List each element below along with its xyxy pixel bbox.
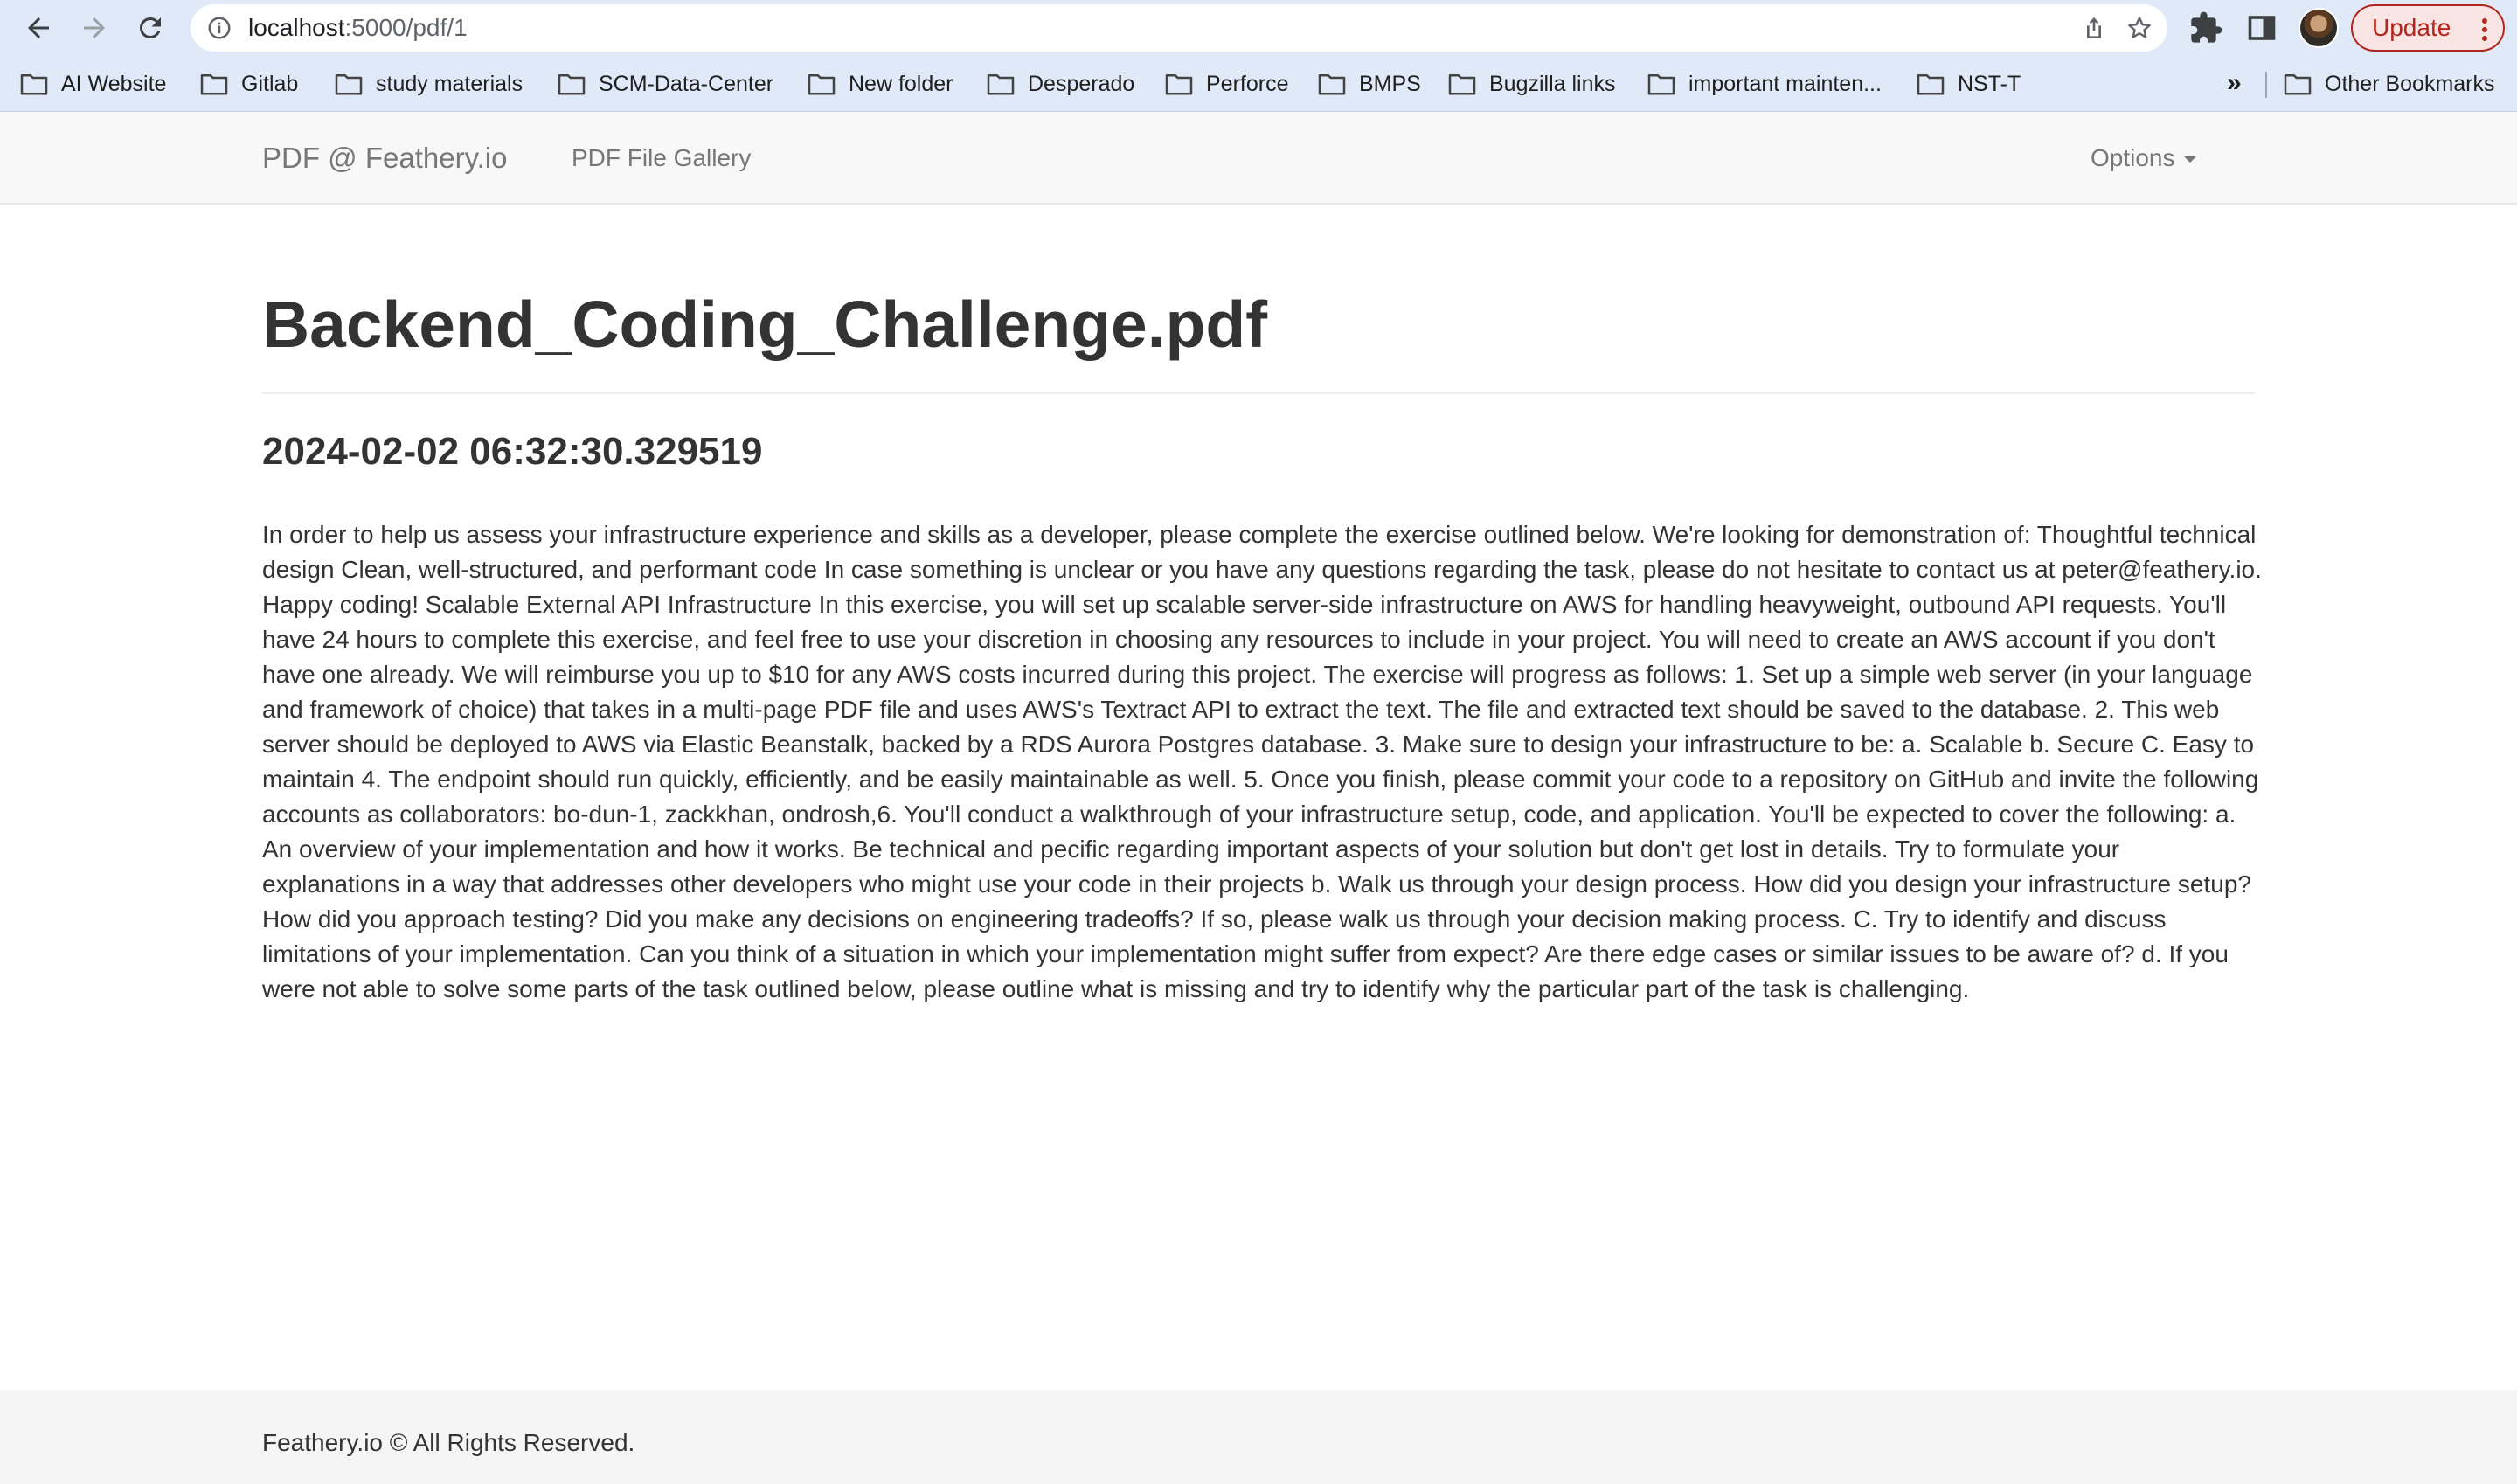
extracted-text: In order to help us assess your infrastr…: [262, 521, 2262, 1002]
footer: Feathery.io © All Rights Reserved.: [0, 1390, 2517, 1484]
bookmark-label: study materials: [376, 71, 524, 96]
folder-icon: [2284, 73, 2312, 95]
address-bar[interactable]: localhost:5000/pdf/1: [191, 4, 2167, 52]
bookmark-folder[interactable]: SCM-Data-Center: [557, 56, 773, 112]
bookmark-star-icon[interactable]: [2125, 14, 2153, 42]
folder-icon: [1647, 73, 1675, 95]
folder-icon: [987, 73, 1015, 95]
bookmark-label: AI Website: [61, 71, 167, 96]
back-button[interactable]: [17, 7, 59, 49]
folder-icon: [1165, 73, 1193, 95]
reload-button[interactable]: [129, 7, 171, 49]
url-text[interactable]: localhost:5000/pdf/1: [248, 4, 468, 52]
bookmark-folder[interactable]: Perforce: [1164, 56, 1288, 112]
footer-copyright: Feathery.io © All Rights Reserved.: [262, 1429, 635, 1456]
bookmark-label: Gitlab: [241, 71, 299, 96]
browser-toolbar: localhost:5000/pdf/1 Update: [0, 0, 2517, 56]
update-button[interactable]: Update: [2351, 4, 2505, 52]
folder-icon: [1448, 73, 1476, 95]
folder-icon: [1318, 73, 1346, 95]
bookmark-label: BMPS: [1359, 71, 1421, 96]
bookmarks-overflow-button[interactable]: »: [2227, 56, 2242, 112]
bookmark-folder[interactable]: BMPS: [1317, 56, 1421, 112]
forward-button[interactable]: [73, 7, 115, 49]
more-vertical-icon: [2482, 18, 2487, 41]
url-host: localhost: [248, 14, 345, 41]
bookmark-folder[interactable]: study materials: [334, 56, 523, 112]
info-icon[interactable]: [206, 15, 232, 41]
folder-icon: [20, 73, 48, 95]
bookmark-label: SCM-Data-Center: [599, 71, 774, 96]
title-divider: [262, 392, 2255, 394]
bookmark-label: NST-T: [1958, 71, 2021, 96]
bookmark-folder[interactable]: Desperado: [986, 56, 1134, 112]
folder-icon: [558, 73, 586, 95]
options-dropdown[interactable]: Options: [2091, 112, 2196, 205]
folder-icon: [808, 73, 836, 95]
bookmark-folder[interactable]: important mainten...: [1647, 56, 1882, 112]
url-path: :5000/pdf/1: [344, 14, 468, 41]
arrow-left-icon: [28, 17, 49, 38]
arrow-right-icon: [84, 17, 105, 38]
bookmark-label: New folder: [849, 71, 953, 96]
bookmark-folder[interactable]: AI Website: [19, 56, 166, 112]
upload-timestamp: 2024-02-02 06:32:30.329519: [262, 430, 763, 473]
bookmarks-divider: [2265, 72, 2267, 98]
brand-link[interactable]: PDF @ Feathery.io: [262, 112, 507, 205]
reload-icon: [139, 17, 161, 38]
bookmark-folder[interactable]: Gitlab: [199, 56, 298, 112]
bookmark-folder[interactable]: NST-T: [1916, 56, 2021, 112]
bookmark-folder[interactable]: New folder: [807, 56, 953, 112]
bookmark-label: Perforce: [1206, 71, 1289, 96]
bookmarks-bar: AI Website Gitlab study materials SCM-Da…: [0, 56, 2517, 112]
other-bookmarks-folder[interactable]: Other Bookmarks: [2283, 56, 2495, 112]
bookmark-label: Bugzilla links: [1489, 71, 1616, 96]
caret-down-icon: [2183, 156, 2196, 163]
side-panel-icon[interactable]: [2246, 12, 2278, 44]
extensions-puzzle-icon[interactable]: [2188, 10, 2223, 45]
options-label: Options: [2091, 144, 2175, 171]
page-title: Backend_Coding_Challenge.pdf: [262, 288, 1268, 361]
folder-icon: [1917, 73, 1945, 95]
folder-icon: [335, 73, 363, 95]
bookmark-label: important mainten...: [1688, 71, 1882, 96]
profile-avatar[interactable]: [2299, 8, 2339, 48]
update-label: Update: [2372, 14, 2451, 41]
bookmark-label: Desperado: [1028, 71, 1135, 96]
nav-pdf-gallery-link[interactable]: PDF File Gallery: [572, 112, 751, 205]
bookmark-folder[interactable]: Bugzilla links: [1447, 56, 1616, 112]
share-icon[interactable]: [2080, 14, 2108, 42]
folder-icon: [200, 73, 228, 95]
bookmark-label: Other Bookmarks: [2325, 71, 2495, 96]
app-navbar: PDF @ Feathery.io PDF File Gallery Optio…: [0, 112, 2517, 205]
